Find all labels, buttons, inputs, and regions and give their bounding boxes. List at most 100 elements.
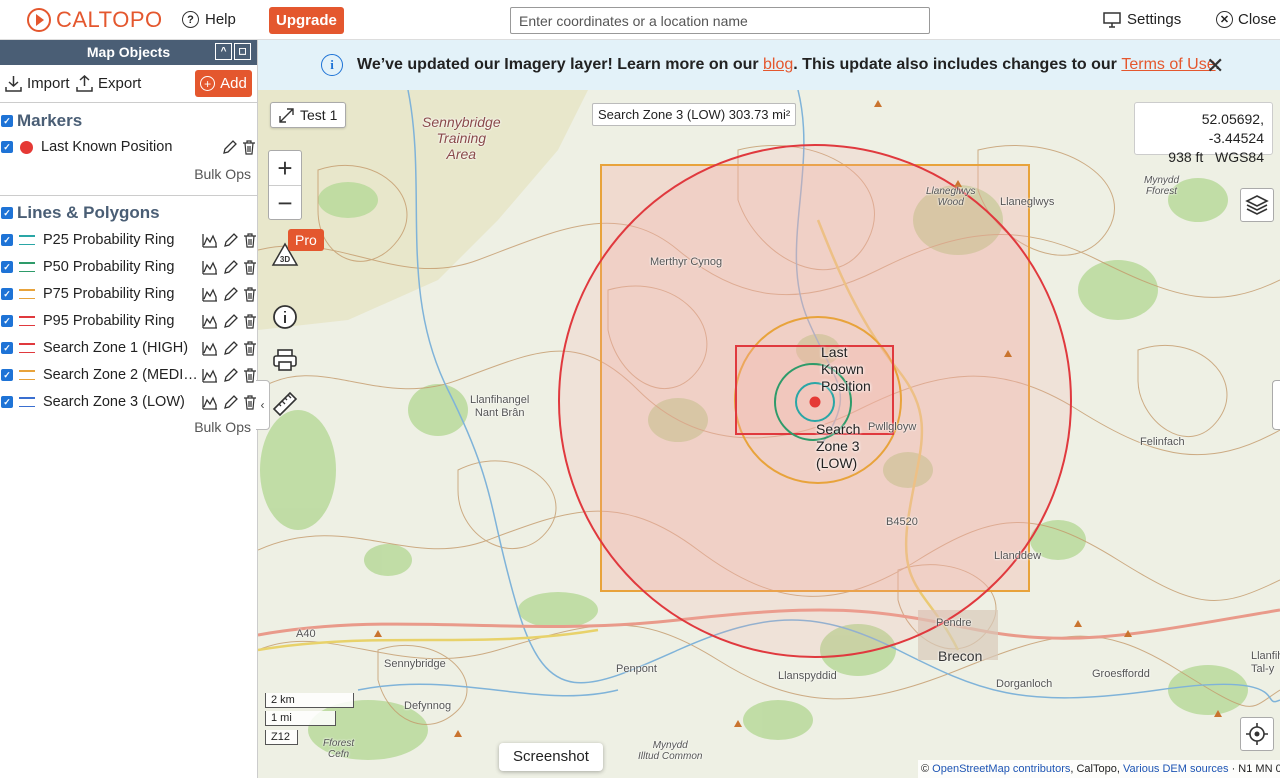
edit-icon[interactable] xyxy=(222,286,238,302)
delete-icon[interactable] xyxy=(241,139,257,155)
info-icon: i xyxy=(321,54,343,76)
screenshot-button[interactable]: Screenshot xyxy=(499,743,603,771)
map-canvas[interactable]: Sennybridge Training Area Merthyr Cynog Ll… xyxy=(258,90,1280,778)
zoom-in-button[interactable]: + xyxy=(269,151,301,186)
datum-value[interactable]: WGS84 xyxy=(1215,149,1264,165)
sidebar-collapse-tab[interactable]: ‹ xyxy=(256,380,270,430)
place-label-penpont: Penpont xyxy=(616,663,657,675)
settings-button[interactable]: Settings xyxy=(1103,11,1181,28)
marker-checkbox[interactable]: ✓ xyxy=(1,141,13,153)
line-checkbox[interactable]: ✓ xyxy=(1,234,13,246)
delete-icon[interactable] xyxy=(242,340,258,356)
markers-section-header[interactable]: ✓ Markers xyxy=(0,111,82,131)
zoom-out-button[interactable]: − xyxy=(269,186,301,221)
scale-mi: 1 mi xyxy=(265,711,336,726)
delete-icon[interactable] xyxy=(242,232,258,248)
upgrade-button[interactable]: Upgrade xyxy=(269,7,344,34)
right-panel-tab[interactable] xyxy=(1272,380,1280,430)
measure-button[interactable] xyxy=(268,388,302,420)
place-label-llaneglwys-wood: Llaneglwys Wood xyxy=(926,186,976,208)
place-label-llanspyddid: Llanspyddid xyxy=(778,670,837,682)
edit-icon[interactable] xyxy=(221,139,237,155)
profile-icon[interactable] xyxy=(202,394,218,410)
close-label: Close xyxy=(1238,11,1277,28)
line-label: P75 Probability Ring xyxy=(43,286,175,302)
elevation-value: 938 ft xyxy=(1168,149,1204,165)
place-label-training-area: Sennybridge Training Area xyxy=(422,114,501,162)
test-layer-button[interactable]: Test 1 xyxy=(270,102,347,128)
crosshair-icon xyxy=(1246,723,1268,745)
markers-bulk-ops[interactable]: Bulk Ops xyxy=(194,166,251,182)
osm-link[interactable]: OpenStreetMap contributors xyxy=(932,763,1070,775)
edit-icon[interactable] xyxy=(222,259,238,275)
layers-icon xyxy=(1245,195,1269,215)
line-checkbox[interactable]: ✓ xyxy=(1,261,13,273)
place-label-mynydd-illtud: Mynydd Illtud Common xyxy=(638,740,703,762)
delete-icon[interactable] xyxy=(242,286,258,302)
markers-checkbox[interactable]: ✓ xyxy=(1,115,13,127)
info-tool-button[interactable] xyxy=(268,301,302,333)
line-checkbox[interactable]: ✓ xyxy=(1,342,13,354)
edit-icon[interactable] xyxy=(222,232,238,248)
lines-bulk-ops[interactable]: Bulk Ops xyxy=(194,419,251,435)
import-label: Import xyxy=(27,75,70,92)
export-button[interactable]: Export xyxy=(76,75,141,92)
profile-icon[interactable] xyxy=(202,232,218,248)
place-label-pwllgloyw: Pwllgloyw xyxy=(868,421,917,433)
profile-icon[interactable] xyxy=(202,313,218,329)
list-item-line[interactable]: ✓ P95 Probability Ring xyxy=(0,310,258,332)
lines-section-header[interactable]: ✓ Lines & Polygons xyxy=(0,203,160,223)
collapse-all-button[interactable]: ^ xyxy=(215,43,232,60)
edit-icon[interactable] xyxy=(222,367,238,383)
line-color-swatch xyxy=(19,397,35,407)
add-button[interactable]: + Add xyxy=(195,70,252,97)
profile-icon[interactable] xyxy=(202,286,218,302)
markers-title: Markers xyxy=(17,111,83,130)
list-item-line[interactable]: ✓ Search Zone 1 (HIGH) xyxy=(0,337,258,359)
ruler-icon xyxy=(272,391,298,417)
profile-icon[interactable] xyxy=(202,259,218,275)
import-button[interactable]: Import xyxy=(5,75,70,92)
banner-close-icon[interactable]: ✕ xyxy=(1206,53,1224,79)
profile-icon[interactable] xyxy=(202,340,218,356)
expand-button[interactable]: ◻ xyxy=(234,43,251,60)
place-label-llanddew: Llanddew xyxy=(994,550,1042,562)
blog-link[interactable]: blog xyxy=(763,56,793,73)
delete-icon[interactable] xyxy=(242,259,258,275)
line-label: Search Zone 3 (LOW) xyxy=(43,394,185,410)
list-item-line[interactable]: ✓ Search Zone 2 (MEDIUM) xyxy=(0,364,258,386)
terms-link[interactable]: Terms of Use xyxy=(1121,56,1215,73)
line-checkbox[interactable]: ✓ xyxy=(1,315,13,327)
edit-icon[interactable] xyxy=(222,340,238,356)
list-item-line[interactable]: ✓ Search Zone 3 (LOW) xyxy=(0,391,258,413)
line-checkbox[interactable]: ✓ xyxy=(1,396,13,408)
list-item-line[interactable]: ✓ P50 Probability Ring xyxy=(0,256,258,278)
locate-button[interactable] xyxy=(1240,717,1274,751)
road-label-b4520: B4520 xyxy=(886,516,918,528)
line-checkbox[interactable]: ✓ xyxy=(1,369,13,381)
caltopo-logo[interactable]: CALTOPO xyxy=(26,7,163,33)
list-item-marker[interactable]: ✓ Last Known Position xyxy=(0,136,258,158)
zone-map-label: Search Zone 3 (LOW) xyxy=(816,421,861,471)
export-icon xyxy=(76,75,93,92)
export-label: Export xyxy=(98,75,142,92)
edit-icon[interactable] xyxy=(222,394,238,410)
place-label-felinfach: Felinfach xyxy=(1140,436,1185,448)
list-item-line[interactable]: ✓ P25 Probability Ring xyxy=(0,229,258,251)
profile-icon[interactable] xyxy=(202,367,218,383)
delete-icon[interactable] xyxy=(242,313,258,329)
dem-link[interactable]: Various DEM sources xyxy=(1123,763,1229,775)
marker-map-label: Last Known Position xyxy=(821,344,871,394)
edit-icon[interactable] xyxy=(222,313,238,329)
lines-checkbox[interactable]: ✓ xyxy=(1,207,13,219)
print-button[interactable] xyxy=(268,344,302,376)
list-item-line[interactable]: ✓ P75 Probability Ring xyxy=(0,283,258,305)
marker-dot-icon xyxy=(20,140,33,154)
layers-button[interactable] xyxy=(1240,188,1274,222)
line-label: Search Zone 1 (HIGH) xyxy=(43,340,189,356)
place-label-mynydd-fforest: Mynydd Fforest xyxy=(1144,175,1180,197)
line-checkbox[interactable]: ✓ xyxy=(1,288,13,300)
close-button[interactable]: ✕ Close xyxy=(1216,11,1276,28)
help-button[interactable]: ? Help xyxy=(182,11,236,28)
search-input[interactable] xyxy=(510,7,930,34)
